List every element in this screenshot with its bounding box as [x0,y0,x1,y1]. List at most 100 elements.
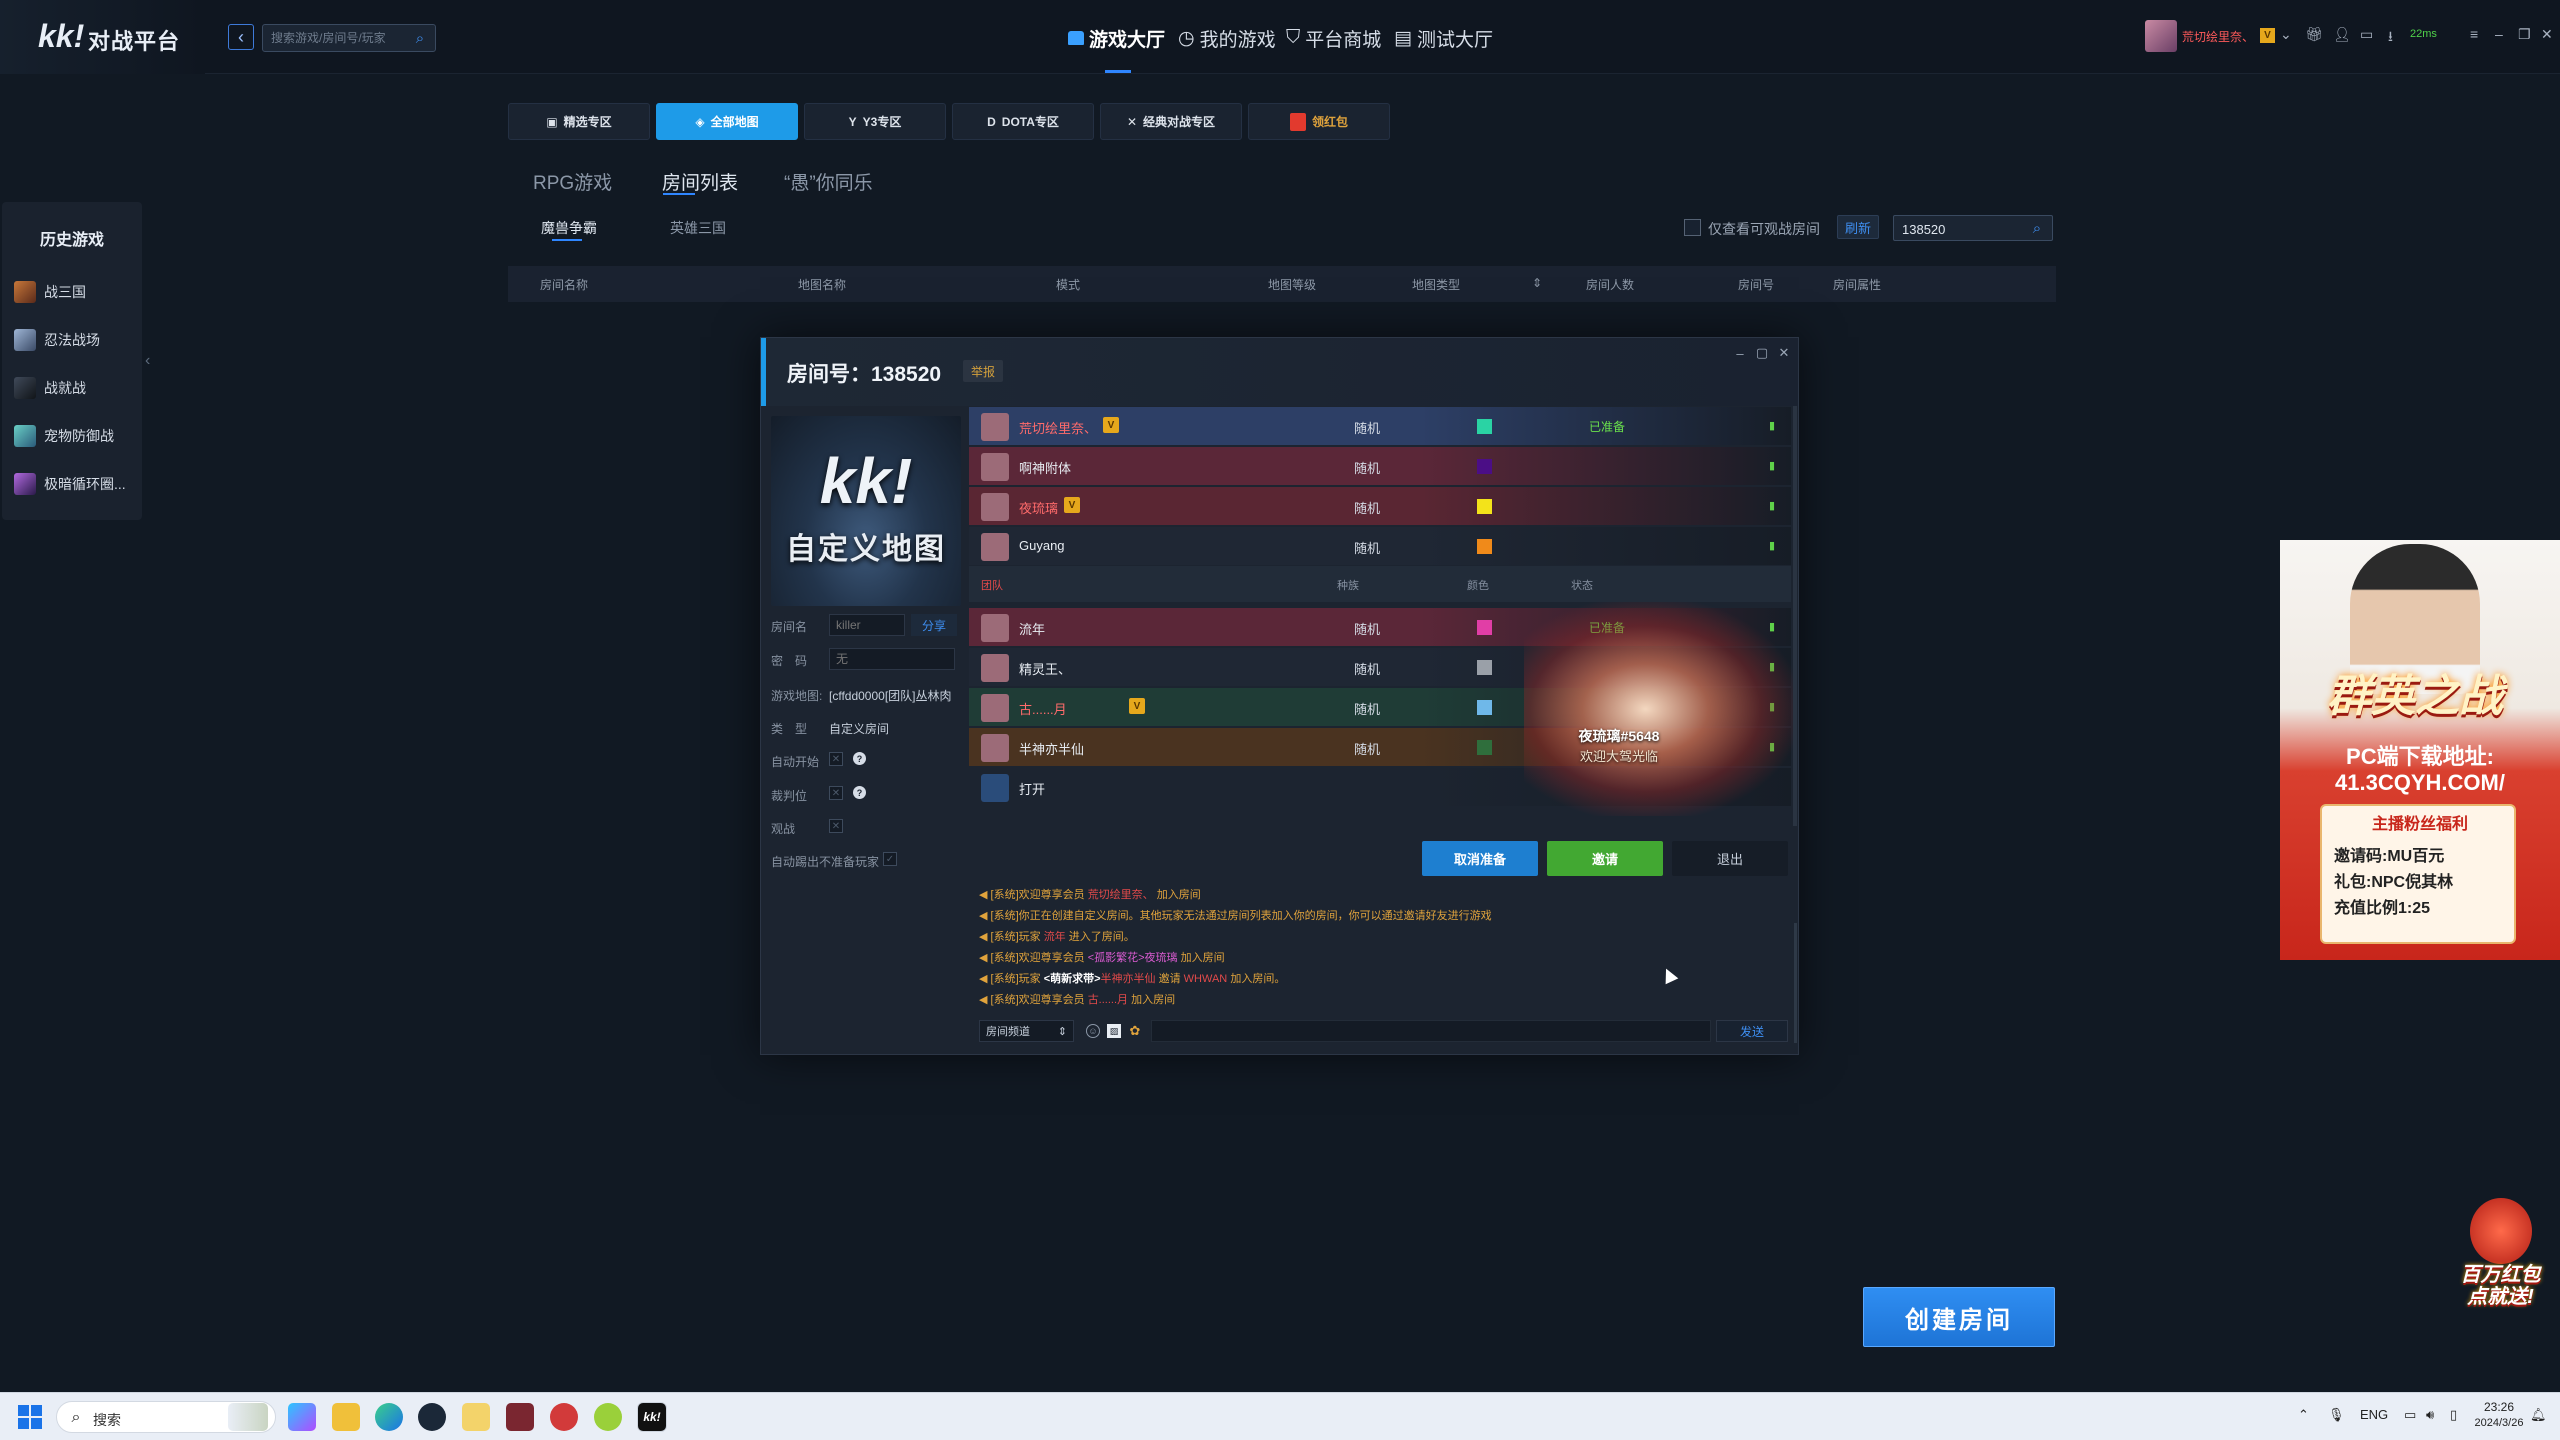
network-icon[interactable]: ▭ [2404,1407,2416,1423]
col-room-id[interactable]: 房间号 [1738,276,1774,293]
search-input[interactable] [271,29,411,47]
player-color[interactable] [1477,419,1492,434]
col-room-attr[interactable]: 房间属性 [1833,276,1881,293]
player-color[interactable] [1477,459,1492,474]
player-slot[interactable]: 荒切绘里奈、 V 随机 已准备 ▮ [969,407,1791,445]
battery-icon[interactable]: ▯ [2450,1407,2457,1423]
cancel-ready-button[interactable]: 取消准备 [1422,841,1538,876]
download-icon[interactable]: ⭳ [2388,26,2393,50]
search-icon[interactable]: ⌕ [2028,219,2046,237]
minimize-icon[interactable]: – [2495,26,2503,42]
tab-warcraft[interactable]: 魔兽争霸 [541,218,597,238]
menu-icon[interactable]: ≡ [2470,26,2478,42]
red-packet-promo[interactable]: 百万红包 点就送! [2448,1192,2553,1312]
invite-button[interactable]: 邀请 [1547,841,1663,876]
close-icon[interactable]: ✕ [2541,26,2553,43]
col-player-count[interactable]: 房间人数 [1586,276,1634,293]
player-color[interactable] [1477,700,1492,715]
autostart-checkbox[interactable]: ✕ [829,752,843,766]
col-map-name[interactable]: 地图名称 [798,276,846,293]
avatar[interactable] [2145,20,2177,52]
send-button[interactable]: 发送 [1716,1020,1788,1042]
search-highlight-icon[interactable] [228,1403,268,1431]
history-item[interactable]: 战就战 [14,375,86,401]
maximize-icon[interactable]: ❐ [2518,26,2531,43]
chevron-up-icon[interactable]: ⌃ [2298,1407,2309,1423]
tab-red-packet[interactable]: 领红包 [1248,103,1390,140]
channel-select[interactable]: 房间频道 ⇕ [979,1020,1074,1042]
volume-icon[interactable]: 🔊︎ [2426,1407,2434,1423]
back-button[interactable]: ‹ [228,24,254,50]
nav-test-hall[interactable]: ▤ 测试大厅 [1394,24,1493,52]
minimize-icon[interactable]: – [1731,344,1749,362]
file-explorer-icon[interactable] [332,1403,360,1431]
watch-checkbox[interactable]: ✕ [829,819,843,833]
report-button[interactable]: 举报 [963,360,1003,382]
player-race[interactable]: 随机 [1354,458,1380,477]
close-icon[interactable]: ✕ [1775,344,1793,362]
exit-button[interactable]: 退出 [1672,841,1788,876]
col-mode[interactable]: 模式 [1056,276,1080,293]
copilot-icon[interactable] [288,1403,316,1431]
history-item[interactable]: 战三国 [14,279,86,305]
col-map-type[interactable]: 地图类型 [1412,276,1460,293]
chat-scrollbar[interactable] [1794,923,1797,1043]
room-name-input[interactable] [829,614,905,636]
referee-checkbox[interactable]: ✕ [829,786,843,800]
history-item[interactable]: 忍法战场 [14,327,100,353]
clock-date[interactable]: 2024/3/26 [2474,1417,2524,1429]
col-room-name[interactable]: 房间名称 [540,276,588,293]
chat-tag[interactable]: <萌新求带> [1044,973,1101,985]
mic-icon[interactable]: 🎙︎ [2328,1407,2345,1423]
app-icon[interactable] [506,1403,534,1431]
room-search[interactable]: ⌕ [1893,215,2053,241]
tab-featured[interactable]: ▣ 精选专区 [508,103,650,140]
player-race[interactable]: 随机 [1354,498,1380,517]
player-slot[interactable]: 夜琉璃 V 随机 ▮ [969,487,1791,525]
app-icon[interactable] [550,1403,578,1431]
collapse-arrow-icon[interactable]: ‹ [145,352,150,370]
tab-fun[interactable]: “愚”你同乐 [784,168,873,195]
player-slot[interactable]: 啊神附体 随机 ▮ [969,447,1791,485]
player-race[interactable]: 随机 [1354,619,1380,638]
player-color[interactable] [1477,740,1492,755]
global-search[interactable]: ⌕ [262,24,436,52]
search-icon[interactable]: ⌕ [411,29,429,47]
tab-rpg[interactable]: RPG游戏 [533,168,612,195]
player-race[interactable]: 随机 [1354,659,1380,678]
chat-player[interactable]: 流年 [1044,931,1066,943]
app-icon[interactable] [462,1403,490,1431]
player-color[interactable] [1477,539,1492,554]
steam-icon[interactable] [418,1403,446,1431]
edge-icon[interactable] [375,1403,403,1431]
nav-my-games[interactable]: ◷ 我的游戏 [1178,24,1276,52]
user-name[interactable]: 荒切绘里奈、 [2182,28,2254,45]
player-race[interactable]: 随机 [1354,699,1380,718]
tab-dota[interactable]: D DOTA专区 [952,103,1094,140]
notification-icon[interactable]: 🔔︎ [2530,1407,2547,1423]
tab-classic[interactable]: ✕ 经典对战专区 [1100,103,1242,140]
history-item[interactable]: 极暗循环圈... [14,471,126,497]
gift-icon[interactable]: 🎁︎ [2305,26,2323,43]
help-icon[interactable]: ? [853,752,866,765]
message-icon[interactable]: ▭ [2360,26,2373,43]
tab-heroes-three-kingdoms[interactable]: 英雄三国 [670,218,726,238]
app-icon[interactable] [594,1403,622,1431]
share-button[interactable]: 分享 [911,614,957,636]
maximize-icon[interactable]: ▢ [1753,344,1771,362]
spectate-only-checkbox[interactable] [1684,219,1701,236]
player-slot[interactable]: Guyang 随机 ▮ [969,527,1791,565]
app-logo[interactable]: kk! 对战平台 [0,0,205,74]
slots-scrollbar[interactable] [1793,406,1797,826]
tab-all-maps[interactable]: ◈ 全部地图 [656,103,798,140]
nav-store[interactable]: ⛉ 平台商城 [1286,24,1381,52]
emoji-icon[interactable]: ☺ [1086,1024,1100,1038]
player-color[interactable] [1477,660,1492,675]
chat-player[interactable]: 半神亦半仙 [1101,973,1156,985]
password-input[interactable] [829,648,955,670]
player-race[interactable]: 随机 [1354,538,1380,557]
tab-room-list[interactable]: 房间列表 [662,168,738,195]
tab-y3[interactable]: Y Y3专区 [804,103,946,140]
nav-game-hall[interactable]: 游戏大厅 [1068,24,1165,52]
friends-icon[interactable]: 👤︎ [2333,26,2351,43]
